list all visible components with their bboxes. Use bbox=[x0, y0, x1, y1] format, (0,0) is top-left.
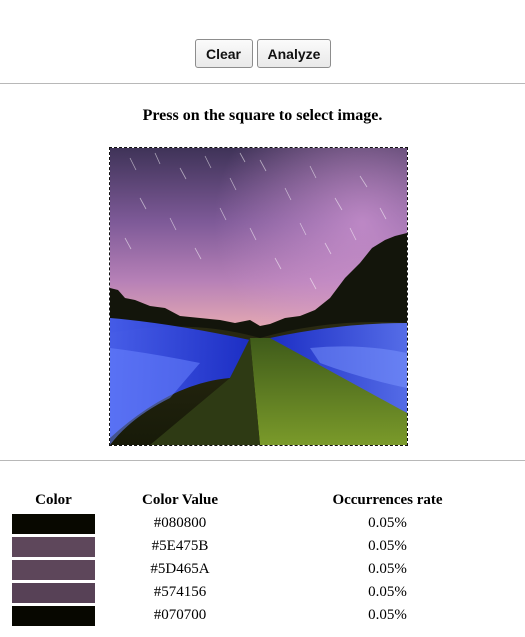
color-swatch bbox=[12, 606, 95, 626]
occurrence-rate: 0.05% bbox=[368, 607, 407, 623]
color-swatch bbox=[12, 583, 95, 603]
color-swatch bbox=[12, 514, 95, 534]
header-occurrences-rate: Occurrences rate bbox=[332, 492, 443, 508]
table-row: #5E475B 0.05% bbox=[0, 537, 525, 559]
clear-button[interactable]: Clear bbox=[194, 39, 253, 68]
instruction-text: Press on the square to select image. bbox=[142, 107, 383, 124]
color-value: #574156 bbox=[153, 584, 207, 600]
image-picker[interactable] bbox=[109, 147, 408, 446]
occurrence-rate: 0.05% bbox=[368, 515, 407, 531]
divider-bottom bbox=[0, 460, 525, 461]
selected-image bbox=[110, 148, 407, 445]
analyze-button[interactable]: Analyze bbox=[256, 39, 331, 68]
color-swatch bbox=[12, 560, 95, 580]
color-value: #5E475B bbox=[151, 538, 209, 554]
table-row: #574156 0.05% bbox=[0, 583, 525, 605]
toolbar: Clear Analyze bbox=[0, 39, 525, 69]
table-row: #080800 0.05% bbox=[0, 514, 525, 536]
color-value: #070700 bbox=[153, 607, 207, 623]
color-swatch bbox=[12, 537, 95, 557]
occurrence-rate: 0.05% bbox=[368, 561, 407, 577]
color-value: #5D465A bbox=[150, 561, 210, 577]
header-color: Color bbox=[35, 492, 72, 508]
occurrence-rate: 0.05% bbox=[368, 538, 407, 554]
header-color-value: Color Value bbox=[142, 492, 218, 508]
color-value: #080800 bbox=[153, 515, 207, 531]
occurrence-rate: 0.05% bbox=[368, 584, 407, 600]
table-row: #070700 0.05% bbox=[0, 606, 525, 628]
table-row: #5D465A 0.05% bbox=[0, 560, 525, 582]
divider-top bbox=[0, 83, 525, 84]
